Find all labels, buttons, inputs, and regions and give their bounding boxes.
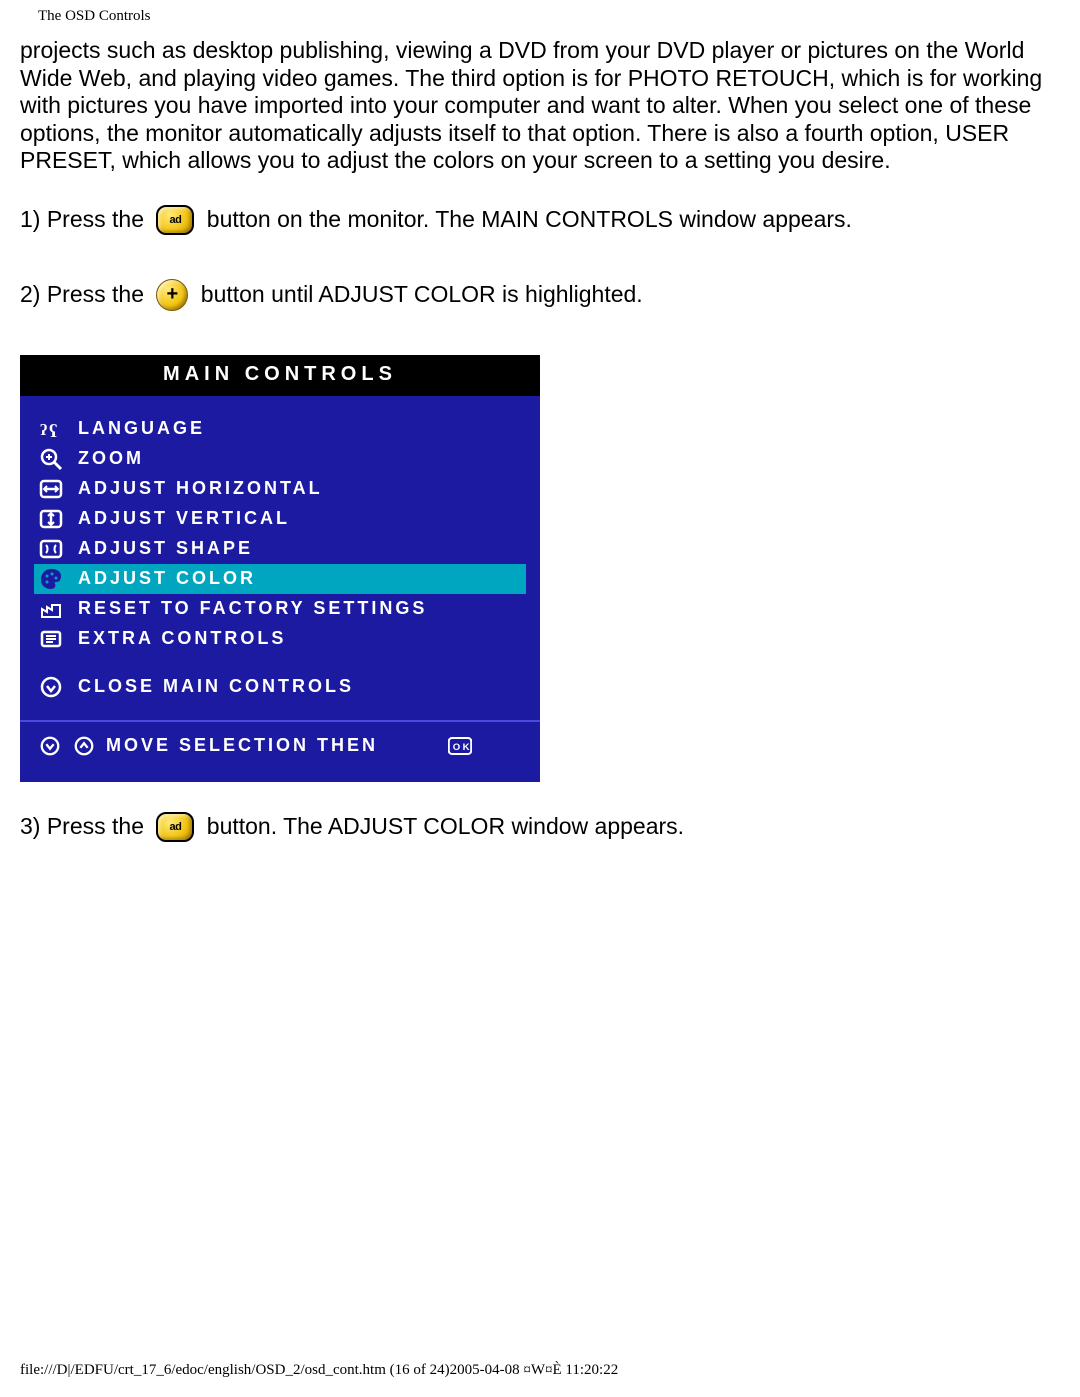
shape-icon <box>38 536 64 562</box>
osd-item-adjust-color[interactable]: ADJUST COLOR <box>34 564 526 594</box>
osd-item-label: ZOOM <box>78 448 522 469</box>
osd-title: MAIN CONTROLS <box>20 355 540 396</box>
intro-paragraph: projects such as desktop publishing, vie… <box>20 37 1060 175</box>
step-3-text-post: button. The ADJUST COLOR window appears. <box>200 813 684 840</box>
page-footer-path: file:///D|/EDFU/crt_17_6/edoc/english/OS… <box>20 1362 618 1379</box>
language-icon: ʔʕ <box>38 416 64 442</box>
osd-item-language[interactable]: ʔʕ LANGUAGE <box>34 414 526 444</box>
step-2-text-pre: 2) Press the <box>20 281 150 308</box>
osd-close-label: CLOSE MAIN CONTROLS <box>78 676 522 697</box>
up-arrow-icon <box>72 734 96 758</box>
step-2: 2) Press the + button until ADJUST COLOR… <box>20 279 1060 311</box>
osd-footer-label: MOVE SELECTION THEN <box>106 735 378 756</box>
ok-button-icon: ad <box>156 205 194 235</box>
step-3: 3) Press the ad button. The ADJUST COLOR… <box>20 812 1060 842</box>
osd-item-label: ADJUST HORIZONTAL <box>78 478 522 499</box>
osd-item-adjust-horizontal[interactable]: ADJUST HORIZONTAL <box>34 474 526 504</box>
down-arrow-icon <box>38 734 62 758</box>
osd-item-zoom[interactable]: ZOOM <box>34 444 526 474</box>
step-1-text-pre: 1) Press the <box>20 206 150 233</box>
svg-text:ʕ: ʕ <box>49 421 60 441</box>
osd-main-controls-panel: MAIN CONTROLS ʔʕ LANGUAGE ZOOM <box>20 355 540 782</box>
osd-body: ʔʕ LANGUAGE ZOOM ADJUST HORIZONTAL <box>20 396 540 782</box>
osd-item-adjust-shape[interactable]: ADJUST SHAPE <box>34 534 526 564</box>
ok-button-icon: ad <box>156 812 194 842</box>
color-icon <box>38 566 64 592</box>
osd-item-close[interactable]: CLOSE MAIN CONTROLS <box>34 672 526 702</box>
extra-icon <box>38 626 64 652</box>
osd-item-label: RESET TO FACTORY SETTINGS <box>78 598 522 619</box>
zoom-icon <box>38 446 64 472</box>
step-2-text-post: button until ADJUST COLOR is highlighted… <box>194 281 642 308</box>
osd-divider <box>20 720 540 722</box>
vertical-icon <box>38 506 64 532</box>
osd-footer: MOVE SELECTION THEN OK <box>34 732 526 760</box>
svg-text:OK: OK <box>453 742 472 753</box>
osd-item-extra-controls[interactable]: EXTRA CONTROLS <box>34 624 526 654</box>
osd-item-label: ADJUST VERTICAL <box>78 508 522 529</box>
factory-icon <box>38 596 64 622</box>
osd-item-label: EXTRA CONTROLS <box>78 628 522 649</box>
plus-button-icon: + <box>156 279 188 311</box>
osd-item-label: LANGUAGE <box>78 418 522 439</box>
osd-item-reset-factory[interactable]: RESET TO FACTORY SETTINGS <box>34 594 526 624</box>
osd-item-label: ADJUST COLOR <box>78 568 522 589</box>
step-1: 1) Press the ad button on the monitor. T… <box>20 205 1060 235</box>
osd-item-label: ADJUST SHAPE <box>78 538 522 559</box>
ok-box-icon: OK <box>448 734 472 758</box>
step-3-text-pre: 3) Press the <box>20 813 150 840</box>
close-icon <box>38 674 64 700</box>
step-1-text-post: button on the monitor. The MAIN CONTROLS… <box>200 206 852 233</box>
horizontal-icon <box>38 476 64 502</box>
osd-item-adjust-vertical[interactable]: ADJUST VERTICAL <box>34 504 526 534</box>
page-header-title: The OSD Controls <box>38 8 1060 25</box>
